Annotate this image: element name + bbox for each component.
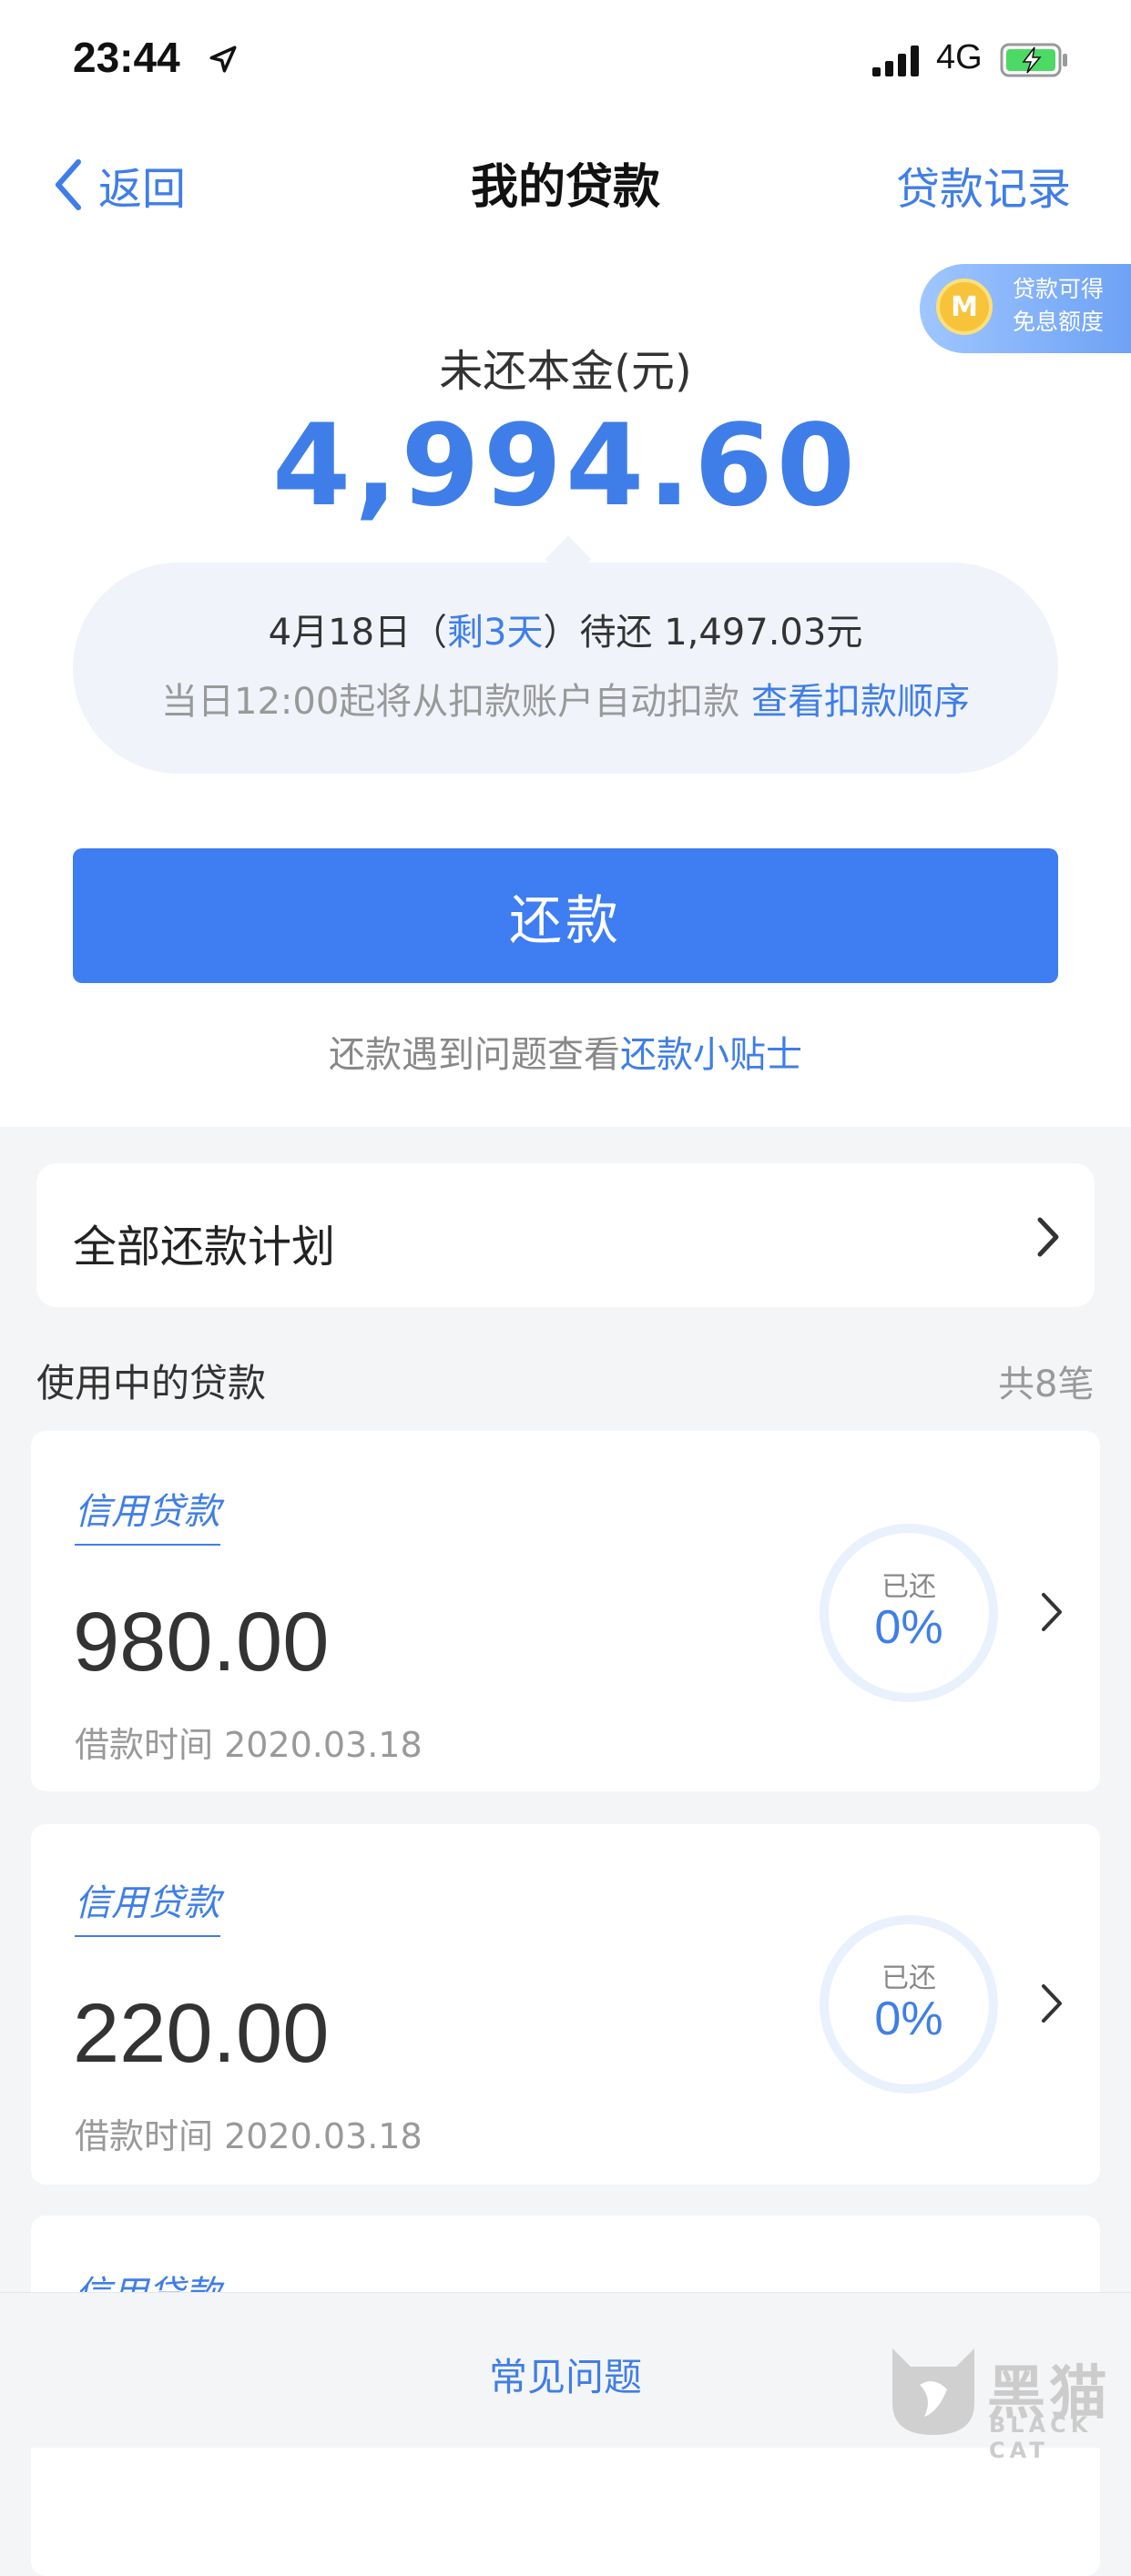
battery-charging-icon: [1000, 43, 1067, 77]
promo-line-2: 免息额度: [1013, 309, 1105, 335]
repaid-label: 已还: [881, 1571, 936, 1603]
due-info-bubble: [73, 563, 1058, 774]
tips-link[interactable]: 还款小贴士: [620, 1034, 802, 1076]
days-left: 剩3天: [447, 612, 544, 654]
loan-count: 共8笔: [998, 1364, 1095, 1405]
status-time: 23:44: [73, 34, 180, 81]
network-type: 4G: [936, 38, 983, 76]
promo-line-1: 贷款可得: [1013, 276, 1105, 302]
chevron-right-icon: [1037, 1217, 1059, 1257]
repay-tips: 还款遇到问题查看还款小贴士: [0, 1025, 1131, 1078]
repaid-percent: 0%: [874, 1993, 943, 2045]
coin-icon: M: [936, 279, 993, 335]
principal-label: 未还本金(元): [439, 346, 692, 397]
loan-amount: 980.00: [73, 1596, 330, 1689]
auto-debit-text: 当日12:00起将从扣款账户自动扣款: [161, 681, 751, 723]
chevron-right-icon: [1042, 1593, 1062, 1631]
principal-amount: 4,994.60: [272, 401, 859, 532]
loan-amount: 220.00: [73, 1987, 330, 2080]
promo-text: 贷款可得 免息额度: [1013, 273, 1104, 339]
debit-order-link[interactable]: 查看扣款顺序: [751, 681, 970, 723]
repaid-percent: 0%: [874, 1601, 943, 1654]
chevron-right-icon: [1042, 1984, 1062, 2023]
signal-icon: [872, 46, 919, 76]
repay-button[interactable]: 还款: [73, 848, 1058, 983]
repaid-label: 已还: [881, 1962, 936, 1994]
loan-type: 信用贷款: [75, 1482, 220, 1546]
active-loans-title: 使用中的贷款: [36, 1361, 267, 1405]
due-amount: ）待还 1,497.03元: [543, 612, 863, 654]
loan-type: 信用贷款: [75, 1873, 220, 1937]
loan-records-link[interactable]: 贷款记录: [896, 153, 1071, 217]
plan-label: 全部还款计划: [73, 1222, 336, 1273]
location-arrow-icon: [209, 46, 237, 73]
auto-debit-line: 当日12:00起将从扣款账户自动扣款 查看扣款顺序: [73, 672, 1058, 725]
loan-date: 借款时间 2020.03.18: [75, 2116, 423, 2156]
due-date: 4月18日（: [268, 612, 448, 654]
loan-date: 借款时间 2020.03.18: [75, 1725, 423, 1765]
watermark-en: BLACK CAT: [989, 2412, 1093, 2463]
due-info-line: 4月18日（剩3天）待还 1,497.03元: [73, 603, 1058, 655]
tips-text: 还款遇到问题查看: [329, 1034, 620, 1076]
black-cat-logo-icon: [892, 2348, 974, 2435]
